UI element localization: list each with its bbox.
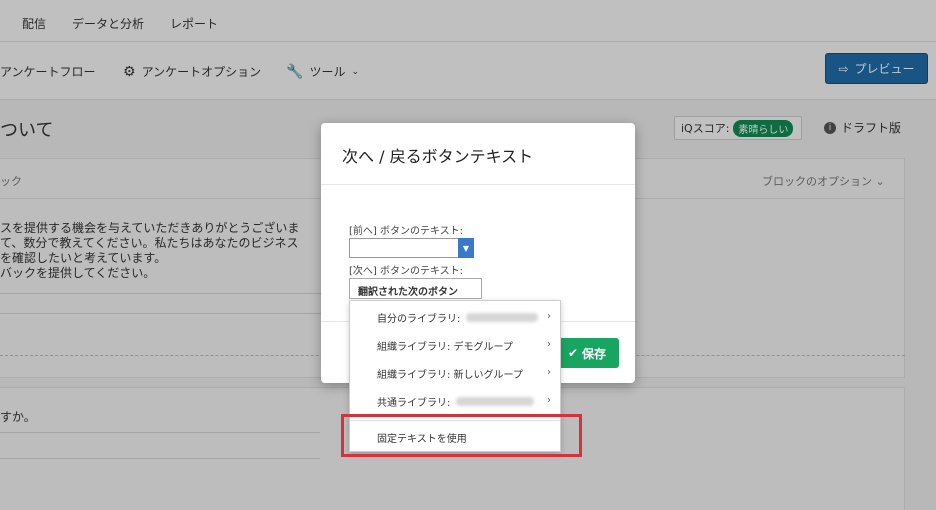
highlight-box [341, 414, 582, 457]
redacted-text [466, 312, 539, 322]
menu-item-label: 組織ライブラリ: デモグループ [377, 341, 513, 353]
chevron-right-icon: › [547, 395, 551, 406]
menu-item-label: 共通ライブラリ: [377, 397, 451, 409]
dialog-title: 次へ / 戻るボタンテキスト [342, 147, 534, 166]
save-label: 保存 [582, 346, 607, 361]
save-button[interactable]: ✔ 保存 [555, 338, 619, 368]
chevron-right-icon: › [547, 311, 551, 322]
chevron-down-icon[interactable]: ▼ [458, 238, 474, 258]
prev-button-text-label: [前へ] ボタンのテキスト: [349, 226, 464, 237]
next-button-text-field[interactable]: 翻訳された次のボタン [349, 278, 482, 299]
next-button-text-label: [次へ] ボタンのテキスト: [349, 266, 464, 277]
redacted-text [456, 396, 535, 406]
check-icon: ✔ [567, 346, 579, 360]
chevron-right-icon: › [547, 339, 551, 350]
prev-button-text-select[interactable]: ▼ [349, 238, 474, 258]
menu-item-my-library[interactable]: 自分のライブラリ: › [350, 303, 560, 331]
menu-item-org-library-new[interactable]: 組織ライブラリ: 新しいグループ › [350, 359, 560, 387]
menu-item-label: 自分のライブラリ: [377, 313, 461, 325]
menu-item-label: 組織ライブラリ: 新しいグループ [377, 369, 523, 381]
chevron-right-icon: › [547, 367, 551, 378]
divider [321, 184, 635, 185]
menu-item-common-library[interactable]: 共通ライブラリ: › [350, 387, 560, 415]
menu-item-org-library-demo[interactable]: 組織ライブラリ: デモグループ › [350, 331, 560, 359]
